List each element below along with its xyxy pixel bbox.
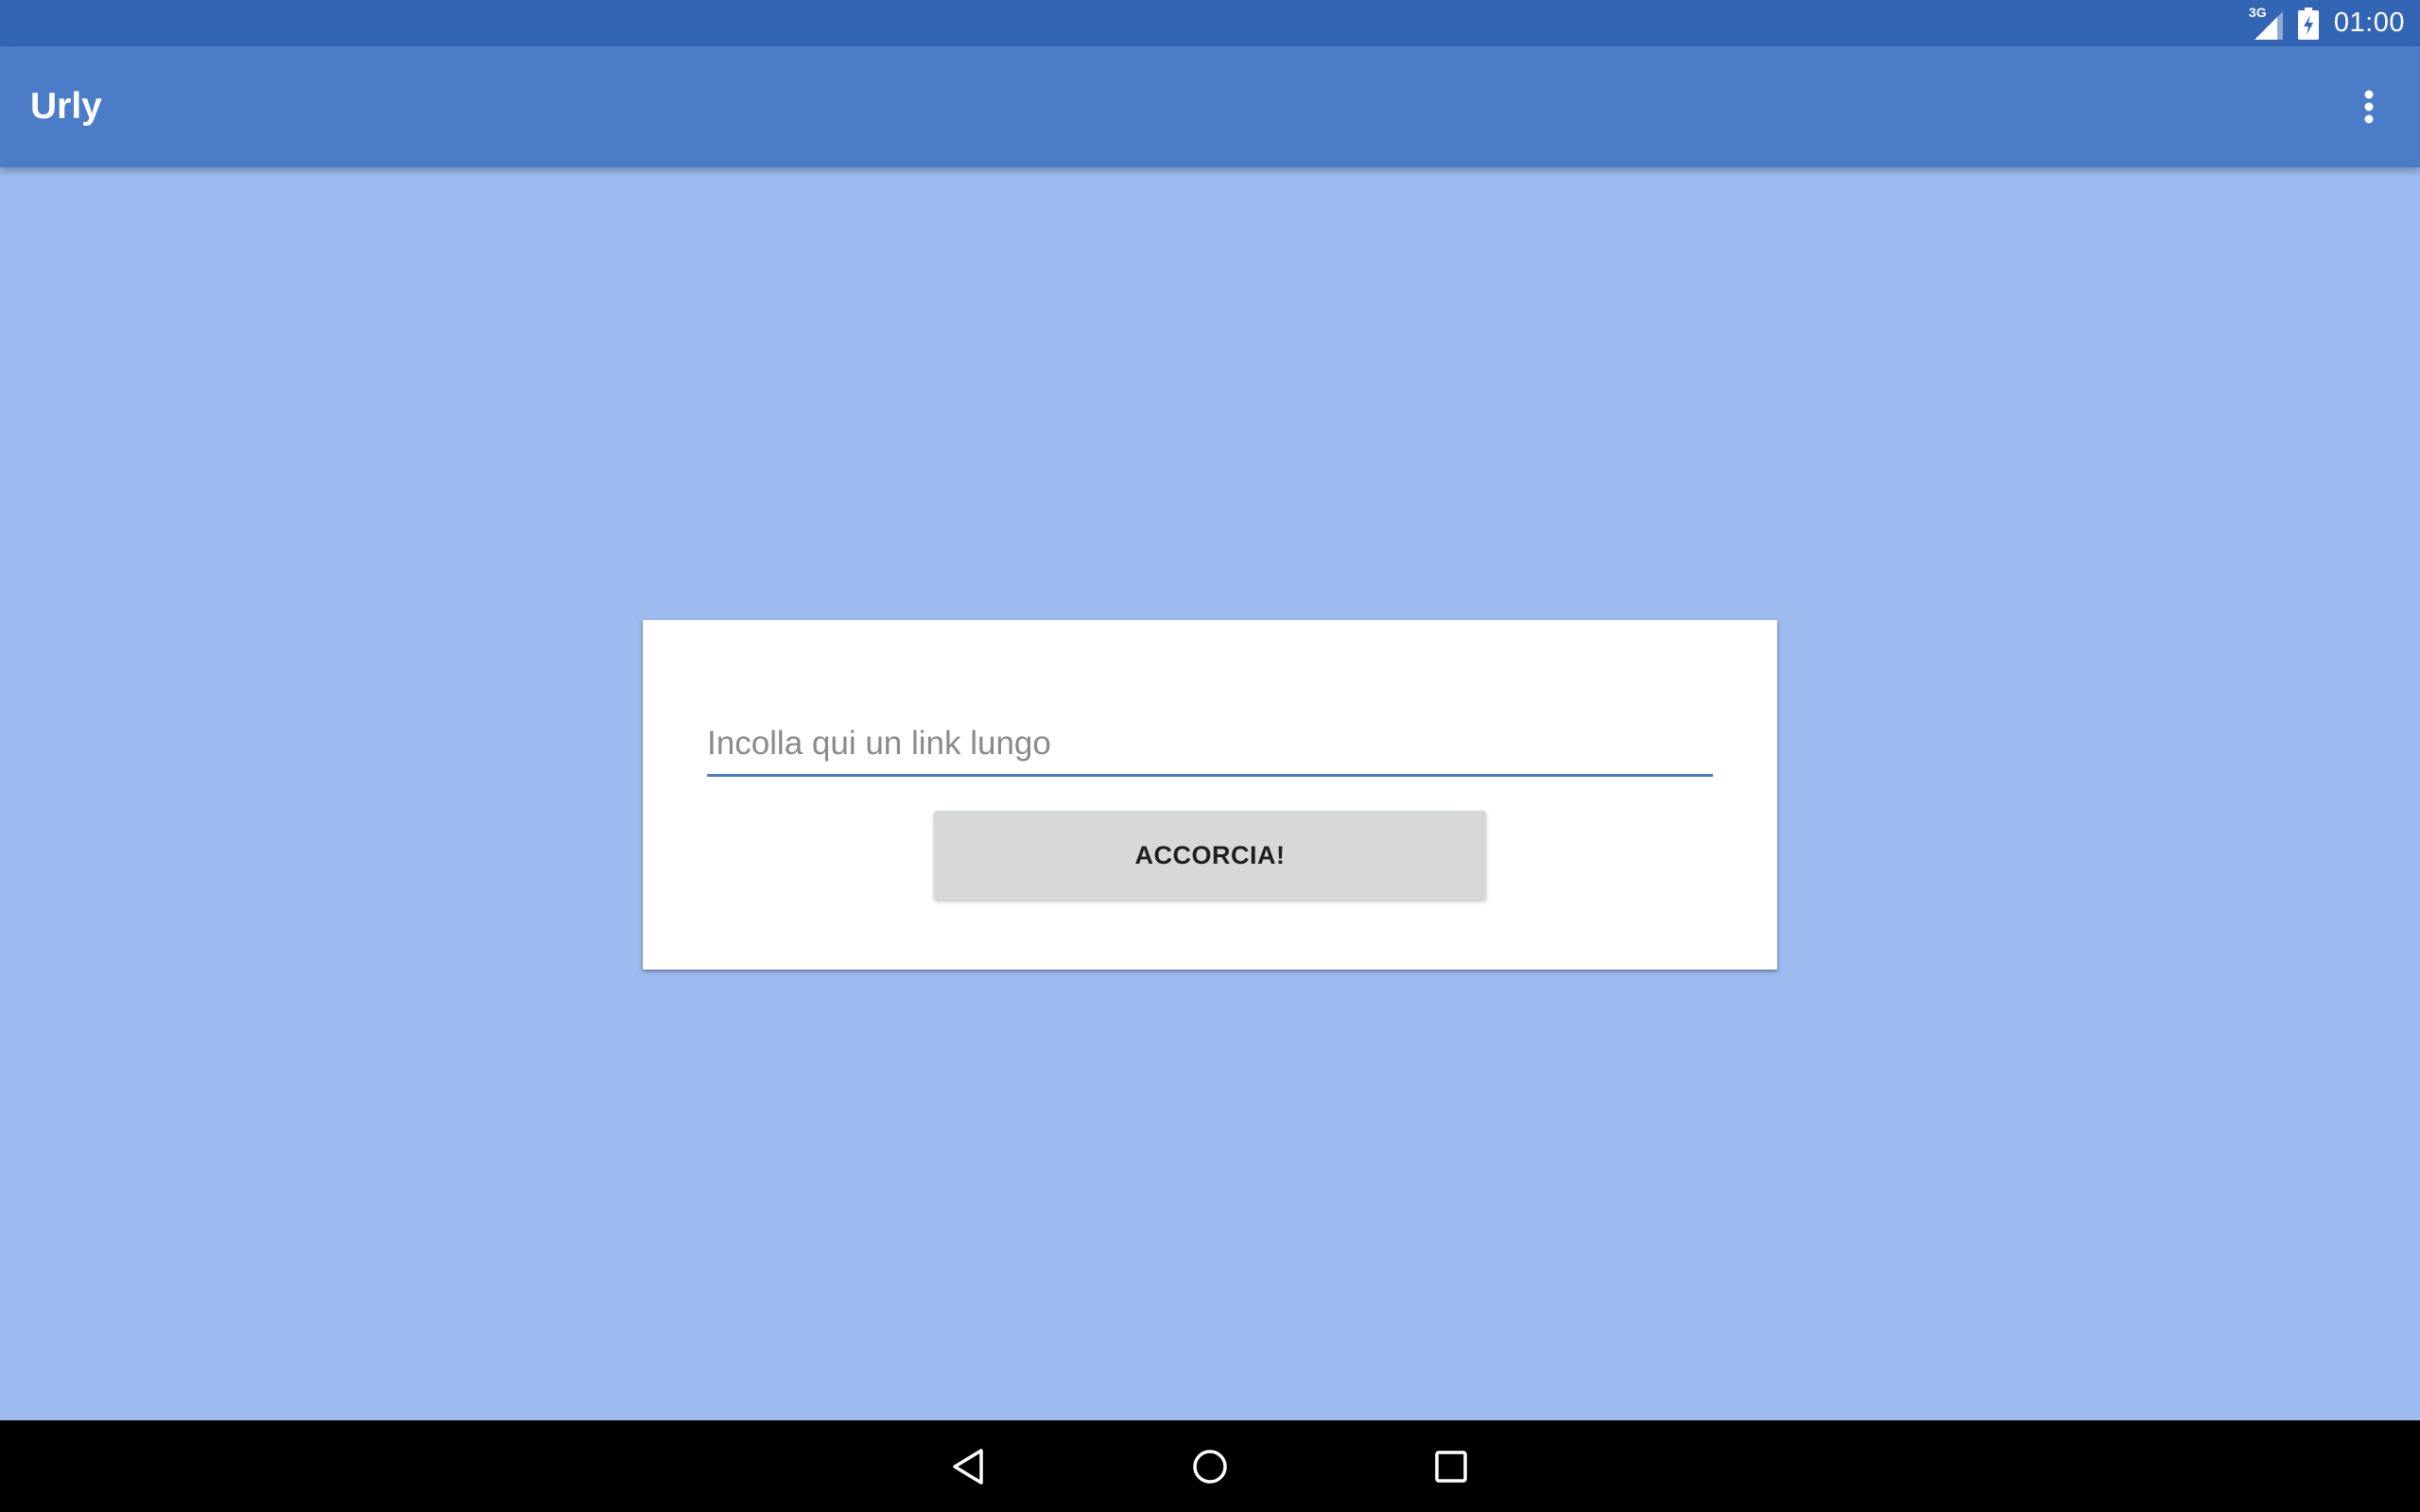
home-button[interactable]: [1153, 1420, 1267, 1512]
overflow-menu-button[interactable]: [2324, 61, 2414, 152]
recents-icon: [1435, 1450, 1467, 1483]
screen: 3G 01:00 Urly ACCORCIA!: [0, 0, 2420, 1512]
recents-button[interactable]: [1394, 1420, 1508, 1512]
more-vert-icon: [2364, 90, 2374, 124]
status-time: 01:00: [2333, 8, 2405, 38]
back-button[interactable]: [911, 1420, 1025, 1512]
long-url-input[interactable]: [707, 713, 1713, 777]
back-icon: [953, 1448, 983, 1485]
home-icon: [1193, 1449, 1227, 1484]
status-bar: 3G 01:00: [0, 0, 2420, 46]
app-title: Urly: [30, 86, 102, 127]
app-bar: Urly: [0, 46, 2420, 167]
signal-icon: 3G: [2249, 6, 2285, 42]
shorten-button[interactable]: ACCORCIA!: [934, 811, 1486, 900]
navigation-bar: [0, 1420, 2420, 1512]
battery-charging-icon: [2297, 7, 2319, 40]
shorten-card: ACCORCIA!: [643, 620, 1777, 970]
